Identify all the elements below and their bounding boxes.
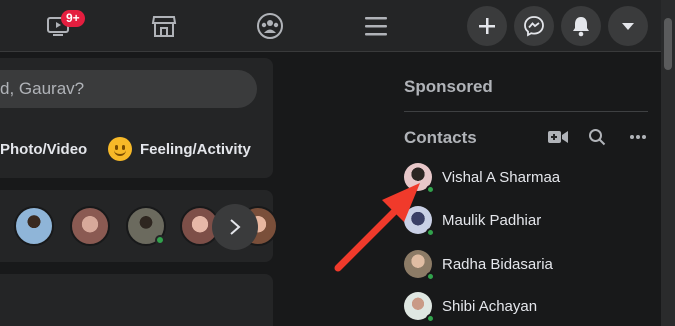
feeling-icon	[108, 137, 132, 161]
messenger-button[interactable]	[514, 6, 554, 46]
room-avatar[interactable]	[14, 206, 54, 246]
avatar	[404, 250, 435, 281]
contact-item[interactable]: Shibi Achayan	[404, 291, 538, 323]
online-indicator	[426, 228, 435, 237]
composer-input[interactable]: d, Gaurav?	[0, 70, 257, 108]
watch-tab[interactable]: 9+	[38, 8, 85, 44]
create-icon	[479, 18, 495, 34]
contact-name: Shibi Achayan	[442, 297, 538, 315]
photo-video-label: Photo/Video	[0, 140, 88, 158]
create-button[interactable]	[467, 6, 507, 46]
menu-tab[interactable]	[356, 8, 396, 44]
notifications-icon	[573, 17, 589, 37]
search-contacts-button[interactable]	[586, 126, 608, 148]
photo-video-button[interactable]: Photo/Video	[0, 135, 87, 163]
contact-name: Maulik Padhiar	[442, 211, 542, 229]
groups-icon	[257, 13, 283, 39]
online-indicator	[426, 185, 435, 194]
contact-item[interactable]: Vishal A Sharmaa	[404, 162, 561, 194]
marketplace-tab[interactable]	[144, 8, 184, 44]
contact-item[interactable]: Maulik Padhiar	[404, 205, 542, 237]
online-indicator	[426, 314, 435, 323]
account-button[interactable]	[608, 6, 648, 46]
new-room-button[interactable]	[547, 126, 569, 148]
notifications-button[interactable]	[561, 6, 601, 46]
search-icon	[589, 129, 606, 146]
groups-tab[interactable]	[250, 8, 290, 44]
feeling-activity-button[interactable]: Feeling/Activity	[108, 135, 251, 163]
contact-item[interactable]: Radha Bidasaria	[404, 249, 553, 281]
feeling-activity-label: Feeling/Activity	[140, 140, 251, 158]
top-navigation-bar: 9+	[0, 0, 675, 52]
messenger-icon	[524, 16, 544, 37]
feed-post-card	[0, 274, 273, 326]
online-indicator	[426, 272, 435, 281]
menu-icon	[365, 17, 387, 36]
contact-name: Radha Bidasaria	[442, 255, 553, 273]
sponsored-heading: Sponsored	[404, 77, 493, 96]
sidebar-divider	[404, 111, 648, 112]
scrollbar-thumb[interactable]	[664, 18, 672, 70]
contacts-options-button[interactable]	[627, 126, 649, 148]
new-room-icon	[548, 131, 568, 143]
chevron-right-icon	[230, 219, 241, 235]
rooms-next-button[interactable]	[212, 204, 258, 250]
avatar	[404, 163, 435, 194]
online-indicator	[155, 235, 165, 245]
contact-name: Vishal A Sharmaa	[442, 168, 561, 186]
avatar	[404, 206, 435, 237]
avatar	[404, 292, 435, 323]
account-dropdown-icon	[622, 23, 634, 30]
marketplace-icon	[151, 16, 177, 37]
contacts-heading: Contacts	[404, 128, 477, 147]
more-options-icon	[630, 135, 646, 139]
watch-notification-badge: 9+	[61, 10, 85, 27]
room-avatar[interactable]	[70, 206, 110, 246]
